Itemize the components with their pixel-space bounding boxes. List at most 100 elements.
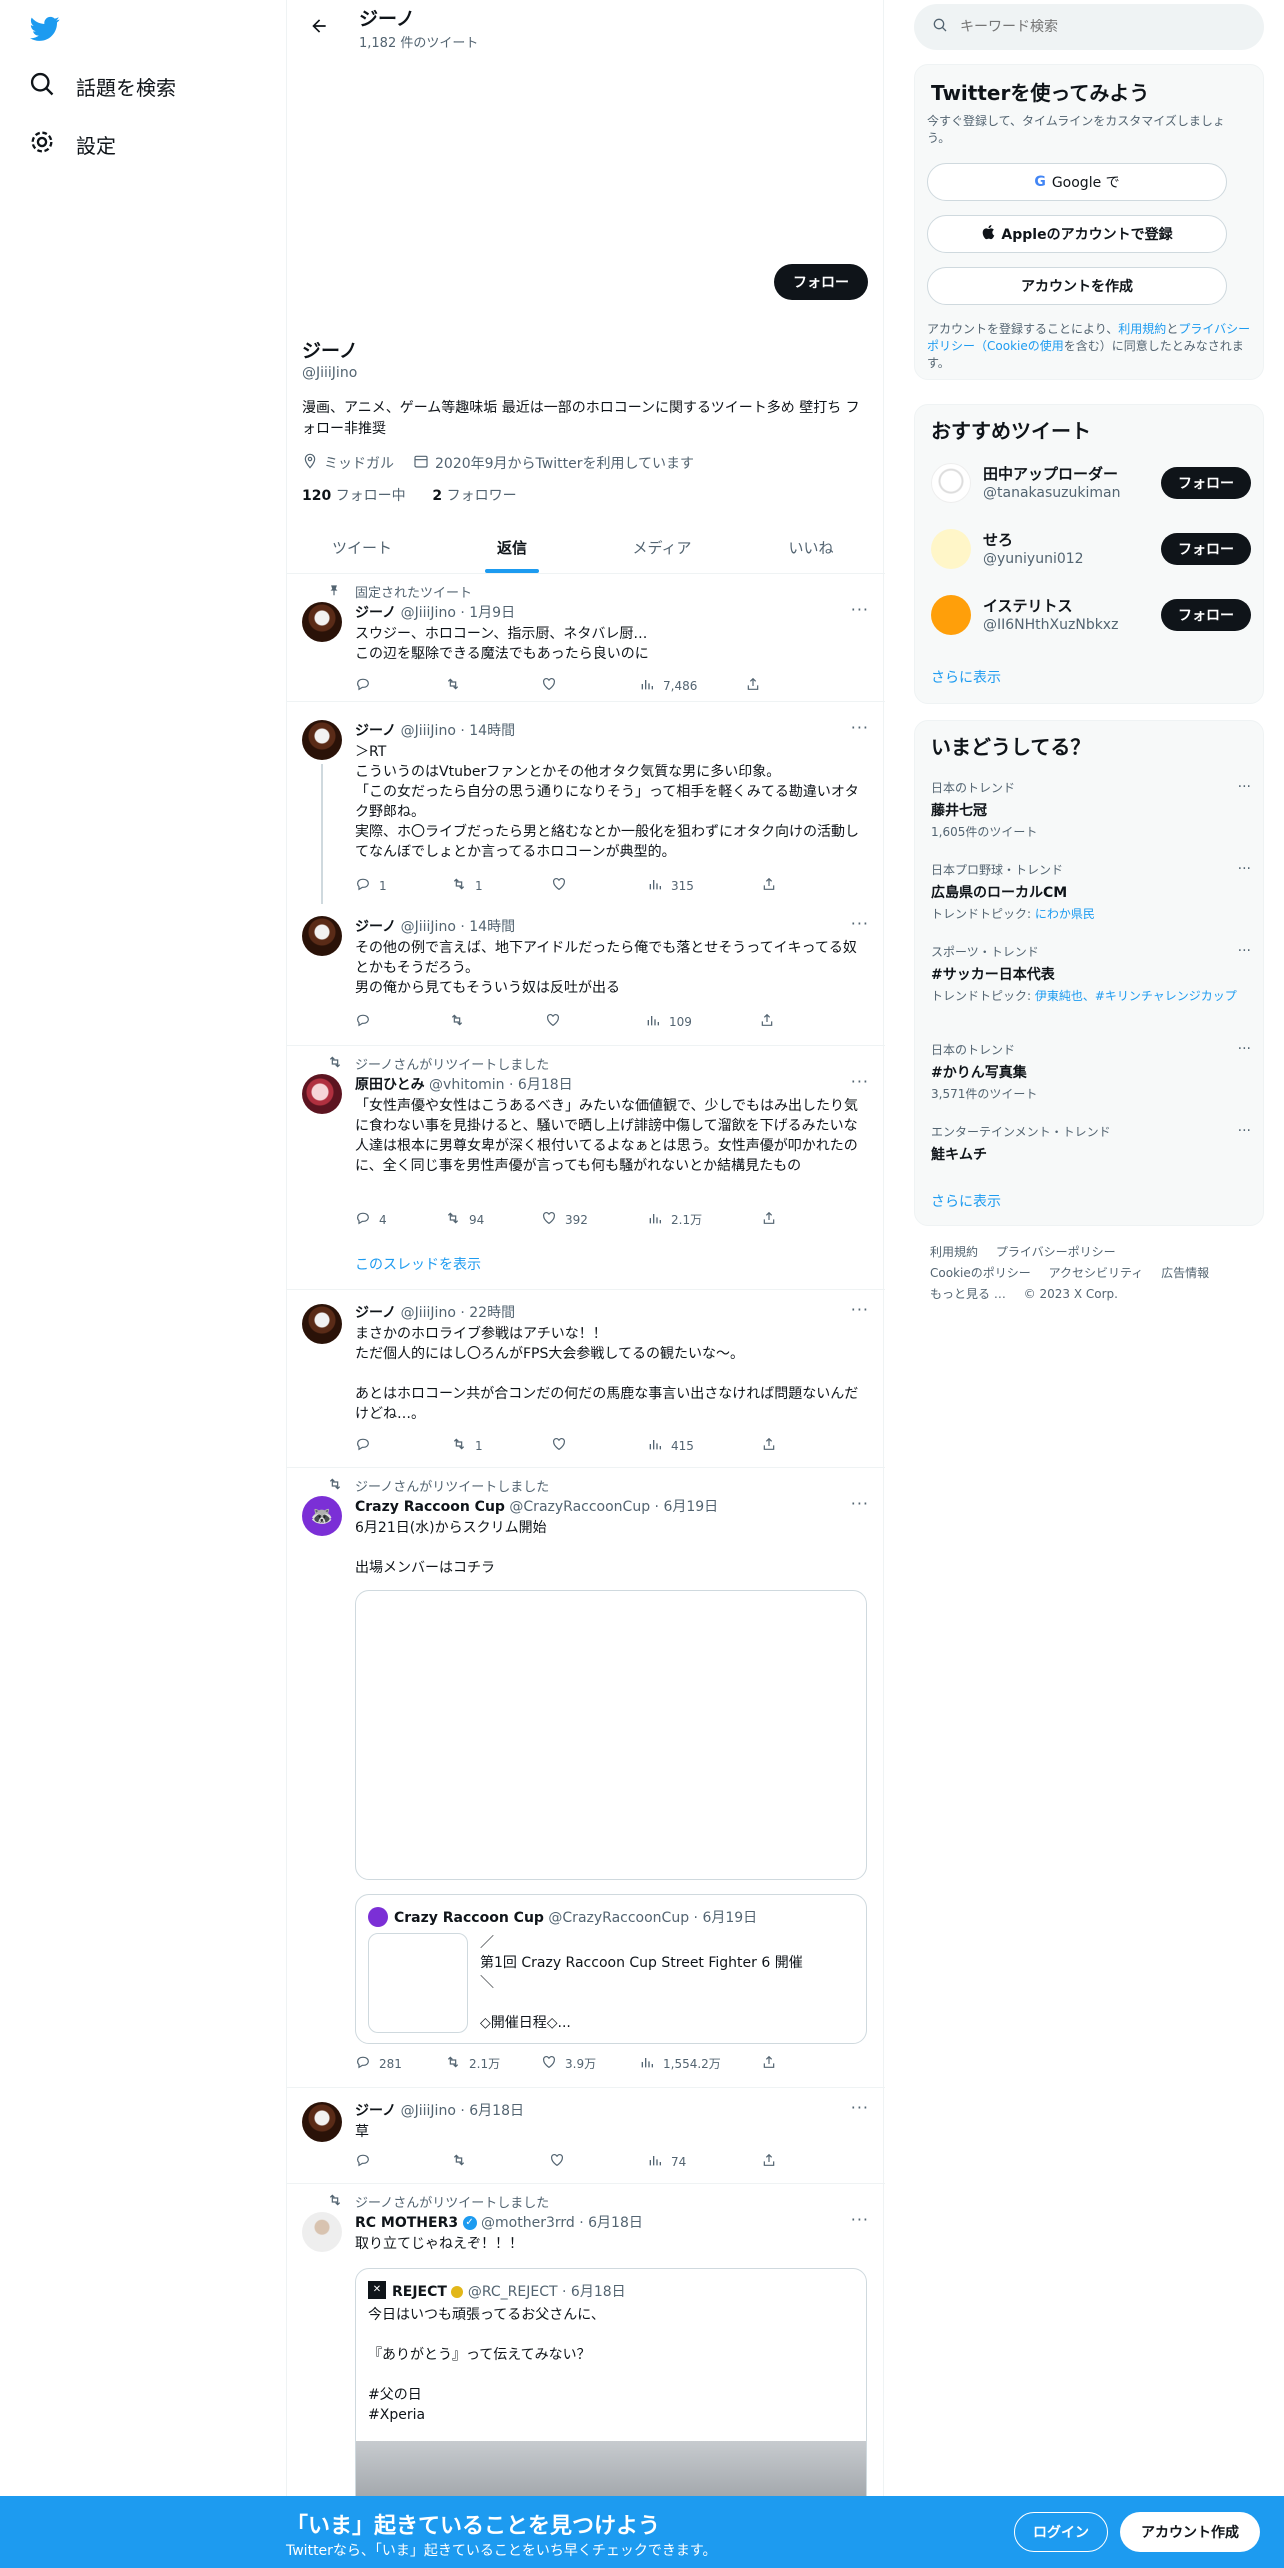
reply-button[interactable]	[355, 2152, 379, 2171]
like-button[interactable]: 3.9万	[541, 2054, 596, 2073]
views-button[interactable]: 315	[647, 876, 694, 895]
trend-more-button[interactable]: ···	[1238, 1123, 1251, 1139]
share-button[interactable]	[761, 2054, 777, 2073]
more-options-button[interactable]: ···	[851, 718, 869, 737]
follow-button[interactable]: フォロー	[1161, 467, 1251, 499]
quoted-tweet[interactable]: ✕ REJECT @RC_REJECT · 6月18日 今日はいつも頑張ってるお…	[355, 2268, 867, 2496]
footer-link[interactable]: 利用規約	[930, 1245, 978, 1259]
tweet-author-name[interactable]: ジーノ	[355, 723, 396, 739]
tab-media[interactable]: メディア	[587, 520, 737, 574]
retweet-button[interactable]: 1	[451, 1436, 483, 1455]
tweet-author-handle[interactable]: @JiiiJino	[401, 1305, 456, 1321]
create-account-button[interactable]: アカウントを作成	[927, 267, 1227, 305]
tweet-time[interactable]: 6月19日	[663, 1499, 718, 1515]
footer-link[interactable]: アクセシビリティ	[1049, 1266, 1144, 1280]
terms-link[interactable]: 利用規約	[1118, 322, 1166, 336]
tweet-time[interactable]: 1月9日	[469, 605, 515, 621]
tweet-author-name[interactable]: ジーノ	[355, 2103, 396, 2119]
like-button[interactable]: 392	[541, 1210, 588, 1229]
tweet-time[interactable]: 14時間	[469, 919, 515, 935]
following-link[interactable]: 120 フォロー中	[302, 488, 406, 504]
search-bar[interactable]	[914, 4, 1264, 50]
footer-link[interactable]: プライバシーポリシー	[996, 1245, 1116, 1259]
reply-button[interactable]	[355, 1436, 379, 1455]
show-thread-link[interactable]: このスレッドを表示	[355, 1254, 481, 1274]
share-button[interactable]	[745, 676, 761, 695]
views-button[interactable]: 415	[647, 1436, 694, 1455]
tweet-media[interactable]	[355, 1590, 867, 1880]
trend-more-button[interactable]: ···	[1238, 779, 1251, 795]
more-options-button[interactable]: ···	[851, 914, 869, 933]
trend-item[interactable]: エンターテインメント・トレンド 鮭キムチ ···	[931, 1123, 1251, 1164]
tweet-item[interactable]: ジーノ @JiiiJino · 6月18日 ··· 草 74	[287, 2088, 885, 2184]
tweet-author-handle[interactable]: @vhitomin	[429, 1077, 505, 1093]
search-input[interactable]	[960, 19, 1220, 35]
tweet-author-handle[interactable]: @JiiiJino	[401, 2103, 456, 2119]
tab-replies[interactable]: 返信	[437, 520, 587, 574]
tweet-author-name[interactable]: ジーノ	[355, 1305, 396, 1321]
tweet-author-name[interactable]: ジーノ	[355, 605, 396, 621]
tweet-author-handle[interactable]: @JiiiJino	[401, 919, 456, 935]
avatar[interactable]	[302, 916, 342, 956]
avatar[interactable]	[302, 2212, 342, 2252]
trend-more-button[interactable]: ···	[1238, 1041, 1251, 1057]
tweet-time[interactable]: 22時間	[469, 1305, 515, 1321]
share-button[interactable]	[761, 876, 777, 895]
like-button[interactable]	[551, 1436, 575, 1455]
tweet-item[interactable]: ジーノさんがリツイートしました 原田ひとみ @vhitomin · 6月18日 …	[287, 1046, 885, 1290]
apple-signup-button[interactable]: Appleのアカウントで登録	[927, 215, 1227, 253]
tweet-author-handle[interactable]: @CrazyRaccoonCup	[509, 1499, 650, 1515]
tweet-time[interactable]: 6月18日	[469, 2103, 524, 2119]
tweet-context[interactable]: ジーノさんがリツイートしました	[355, 1476, 549, 1495]
retweet-button[interactable]	[451, 2152, 475, 2171]
follow-button[interactable]: フォロー	[1161, 599, 1251, 631]
share-button[interactable]	[759, 1012, 775, 1031]
tweet-item[interactable]: 固定されたツイート ジーノ @JiiiJino · 1月9日 ··· スウジー、…	[287, 574, 885, 702]
views-button[interactable]: 109	[645, 1012, 692, 1031]
retweet-button[interactable]: 94	[445, 1210, 484, 1229]
share-button[interactable]	[761, 1210, 777, 1229]
tweet-time[interactable]: 6月18日	[518, 1077, 573, 1093]
tweet-author-name[interactable]: Crazy Raccoon Cup	[355, 1499, 505, 1515]
follow-button[interactable]: フォロー	[774, 264, 868, 300]
back-button[interactable]	[301, 10, 337, 46]
trend-topic-link[interactable]: 伊東純也、#キリンチャレンジカップ	[1035, 989, 1237, 1003]
avatar[interactable]	[302, 602, 342, 642]
views-button[interactable]: 7,486	[639, 676, 697, 695]
reply-button[interactable]: 281	[355, 2054, 402, 2073]
recommended-account[interactable]: 田中アップローダー @tanakasuzukiman フォロー	[931, 457, 1251, 509]
follow-button[interactable]: フォロー	[1161, 533, 1251, 565]
retweet-button[interactable]	[449, 1012, 473, 1031]
tweet-item[interactable]: ジーノさんがリツイートしました RC MOTHER3 ✓ @mother3rrd…	[287, 2184, 885, 2496]
like-button[interactable]	[541, 676, 565, 695]
footer-link[interactable]: もっと見る …	[930, 1287, 1006, 1301]
views-button[interactable]: 74	[647, 2152, 686, 2171]
tweet-time[interactable]: 6月18日	[588, 2215, 643, 2231]
footer-link[interactable]: 広告情報	[1161, 1266, 1209, 1280]
trend-more-button[interactable]: ···	[1238, 861, 1251, 877]
followers-link[interactable]: 2 フォロワー	[432, 488, 516, 504]
more-options-button[interactable]: ···	[851, 600, 869, 619]
trend-item[interactable]: 日本プロ野球・トレンド 広島県のローカルCM トレンドトピック: にわか県民 ·…	[931, 861, 1251, 922]
trend-item[interactable]: スポーツ・トレンド #サッカー日本代表 トレンドトピック: 伊東純也、#キリンチ…	[931, 943, 1251, 1004]
like-button[interactable]	[549, 2152, 573, 2171]
quoted-tweet[interactable]: Crazy Raccoon Cup @CrazyRaccoonCup · 6月1…	[355, 1894, 867, 2044]
views-button[interactable]: 1,554.2万	[639, 2054, 721, 2073]
more-options-button[interactable]: ···	[851, 2098, 869, 2117]
recommended-account[interactable]: イステリトス @II6NHthXuzNbkxz フォロー	[931, 589, 1251, 641]
retweet-button[interactable]	[445, 676, 469, 695]
retweet-button[interactable]: 1	[451, 876, 483, 895]
nav-explore[interactable]: 話題を検索	[28, 70, 176, 103]
recommended-show-more[interactable]: さらに表示	[931, 667, 1001, 687]
retweet-button[interactable]: 2.1万	[445, 2054, 500, 2073]
tweet-author-name[interactable]: ジーノ	[355, 919, 396, 935]
tweet-item[interactable]: ジーノさんがリツイートしました 🦝 Crazy Raccoon Cup @Cra…	[287, 1468, 885, 2088]
nav-settings[interactable]: 設定	[28, 128, 116, 161]
more-options-button[interactable]: ···	[851, 1300, 869, 1319]
tweet-author-handle[interactable]: @JiiiJino	[401, 605, 456, 621]
tweet-author-handle[interactable]: @mother3rrd	[481, 2215, 575, 2231]
footer-link[interactable]: Cookieのポリシー	[930, 1266, 1031, 1280]
avatar[interactable]	[302, 720, 342, 760]
tweet-item[interactable]: ジーノ @JiiiJino · 14時間 ··· ＞RT こういうのはVtube…	[287, 702, 885, 904]
tweet-context[interactable]: ジーノさんがリツイートしました	[355, 1054, 549, 1073]
